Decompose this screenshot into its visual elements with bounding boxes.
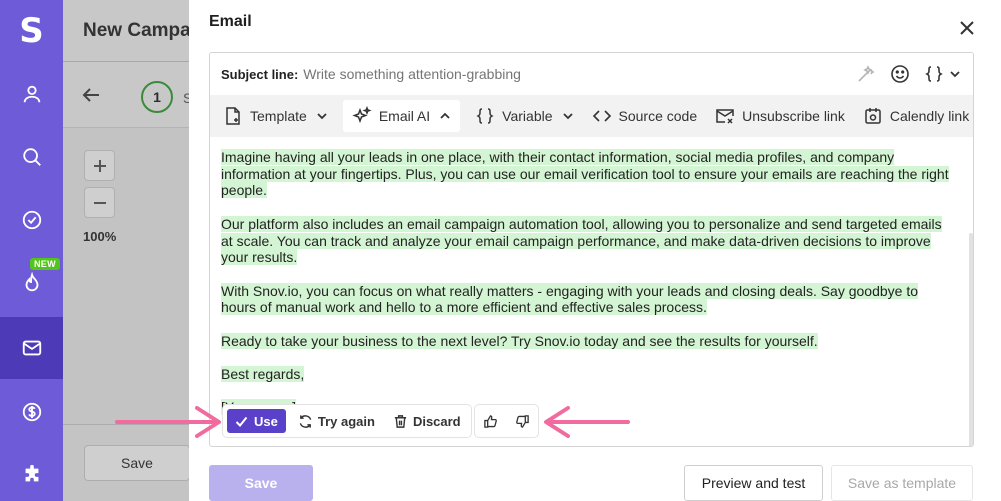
flame-icon — [25, 272, 38, 292]
zoom-in-button[interactable] — [84, 150, 115, 181]
body-paragraph: With Snov.io, you can focus on what real… — [221, 282, 919, 316]
editor-toolbar: Template Email AI Variable Source code U… — [210, 95, 973, 137]
user-icon — [23, 85, 40, 103]
chevron-down-icon — [950, 71, 960, 78]
code-icon — [592, 110, 611, 122]
sidebar-item-campaigns[interactable] — [0, 317, 63, 379]
chevron-down-icon — [562, 113, 573, 120]
zoom-level: 100% — [83, 229, 117, 244]
mail-icon — [22, 340, 41, 356]
email-ai-label: Email AI — [378, 108, 431, 124]
braces-icon — [476, 108, 494, 124]
dollar-icon — [22, 402, 41, 422]
subject-input[interactable] — [303, 66, 704, 82]
plus-icon — [93, 159, 106, 172]
email-ai-dropdown[interactable]: Email AI — [342, 100, 461, 132]
thumbs-up-icon[interactable] — [483, 414, 498, 429]
page-title: New Campai — [83, 20, 196, 41]
minus-icon — [93, 201, 106, 204]
search-icon — [22, 148, 41, 166]
discard-label: Discard — [412, 413, 461, 429]
zoom-out-button[interactable] — [84, 187, 115, 218]
try-again-label: Try again — [317, 413, 375, 429]
annotation-arrow-left-icon — [544, 406, 630, 438]
body-paragraph: Our platform also includes an email camp… — [221, 215, 942, 266]
chevron-down-icon — [317, 113, 327, 120]
sidebar-item-search[interactable] — [0, 126, 63, 188]
discard-button[interactable]: Discard — [387, 409, 467, 433]
background-save-button[interactable]: Save — [84, 445, 190, 481]
check-icon — [235, 416, 248, 427]
new-badge: NEW — [30, 258, 60, 270]
braces-icon — [925, 66, 943, 82]
emoji-icon[interactable] — [890, 64, 910, 84]
use-label: Use — [254, 413, 278, 429]
steps-bar: 1 S — [63, 62, 192, 128]
ai-result-actions: Use Try again Discard — [222, 404, 472, 438]
body-paragraph: Ready to take your business to the next … — [221, 332, 818, 349]
calendly-link-button[interactable]: Calendly link — [854, 100, 973, 132]
puzzle-icon — [25, 464, 38, 482]
app-logo[interactable]: S — [0, 8, 63, 54]
app-sidebar: S NEW — [0, 0, 63, 501]
editor-scrollbar[interactable] — [969, 233, 973, 446]
unsubscribe-label: Unsubscribe link — [742, 108, 845, 124]
back-arrow-icon[interactable] — [81, 86, 101, 104]
sidebar-item-integrations[interactable] — [0, 444, 63, 501]
use-button[interactable]: Use — [227, 409, 286, 433]
calendly-label: Calendly link — [889, 108, 970, 124]
template-icon — [226, 107, 240, 125]
subject-tools — [856, 64, 961, 84]
body-paragraph: Best regards, — [221, 366, 305, 383]
feedback-buttons — [474, 404, 539, 438]
panel-title: Email — [209, 13, 252, 30]
refresh-icon — [299, 414, 312, 428]
subject-row: Subject line: — [210, 53, 973, 95]
email-editor: Subject line: Template Email AI — [209, 52, 974, 447]
body-paragraph: Imagine having all your leads in one pla… — [221, 149, 949, 199]
template-dropdown[interactable]: Template — [214, 100, 337, 132]
thumbs-down-icon[interactable] — [515, 414, 530, 429]
try-again-button[interactable]: Try again — [292, 409, 381, 433]
source-code-button[interactable]: Source code — [583, 100, 707, 132]
variable-label: Variable — [502, 108, 553, 124]
annotation-arrow-right-icon — [115, 406, 221, 438]
close-icon[interactable] — [959, 20, 975, 36]
chevron-up-icon — [440, 112, 450, 119]
page-header: New Campai — [63, 0, 196, 62]
email-body[interactable]: Imagine having all your leads in one pla… — [210, 137, 973, 446]
save-button[interactable]: Save — [209, 465, 313, 501]
sparkles-icon — [352, 106, 372, 124]
trash-icon — [394, 414, 407, 428]
save-as-template-button[interactable]: Save as template — [831, 465, 973, 501]
subject-label: Subject line: — [221, 66, 299, 82]
mail-x-icon — [716, 109, 734, 124]
calendar-icon — [865, 108, 881, 124]
preview-and-test-button[interactable]: Preview and test — [684, 465, 823, 501]
magic-wand-icon[interactable] — [856, 64, 876, 84]
sidebar-item-verify[interactable] — [0, 189, 63, 251]
subject-variable-dropdown[interactable] — [924, 64, 961, 84]
source-code-label: Source code — [618, 108, 698, 124]
step-number[interactable]: 1 — [141, 81, 173, 113]
variable-dropdown[interactable]: Variable — [466, 100, 582, 132]
check-circle-icon — [22, 210, 41, 230]
unsubscribe-link-button[interactable]: Unsubscribe link — [706, 100, 854, 132]
sidebar-item-prospects[interactable] — [0, 63, 63, 125]
template-label: Template — [250, 108, 307, 124]
sidebar-item-billing[interactable] — [0, 381, 63, 443]
